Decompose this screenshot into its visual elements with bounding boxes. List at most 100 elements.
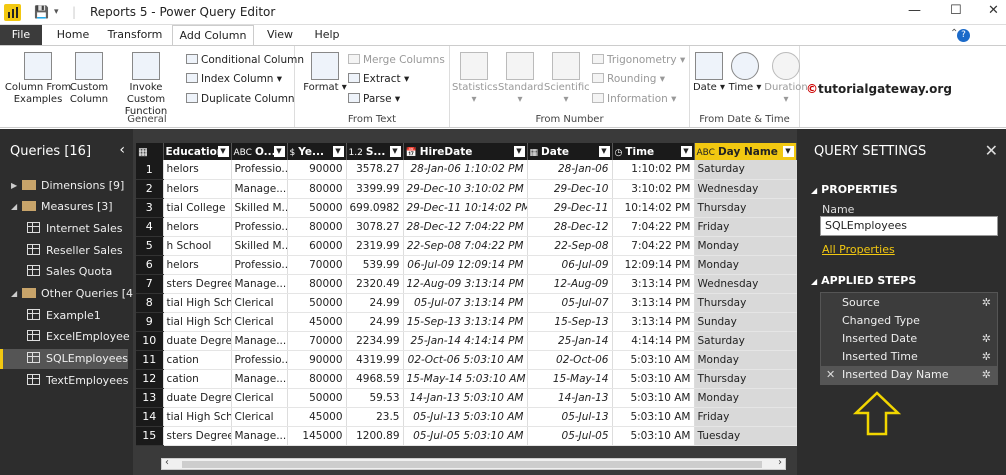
table-cell[interactable]: 05-Jul-05 — [527, 426, 613, 446]
parse-button[interactable]: Parse ▾ — [348, 93, 400, 105]
column-type-icon[interactable]: 📅 — [406, 148, 417, 158]
table-cell[interactable]: 45000 — [287, 407, 347, 427]
column-filter-dropdown-icon[interactable]: ▼ — [217, 146, 229, 157]
table-cell[interactable]: Saturday — [694, 160, 797, 180]
scroll-thumb[interactable] — [182, 461, 762, 468]
row-number[interactable]: 5 — [136, 236, 164, 256]
table-cell[interactable]: 22-Sep-08 7:04:22 PM — [403, 236, 528, 256]
query-item[interactable]: Reseller Sales — [0, 241, 128, 261]
column-filter-dropdown-icon[interactable]: ▼ — [782, 146, 794, 157]
table-cell[interactable]: 50000 — [287, 293, 347, 313]
table-cell[interactable]: Wednesday — [694, 274, 797, 294]
table-menu-icon[interactable]: ▦ — [136, 143, 164, 160]
table-cell[interactable]: cation — [163, 350, 232, 370]
statistics-button[interactable]: Statistics ▾ — [452, 52, 498, 106]
table-cell[interactable]: 1:10:02 PM — [612, 160, 695, 180]
collapse-queries-icon[interactable]: ‹ — [119, 142, 125, 158]
table-cell[interactable]: 3399.99 — [346, 179, 404, 199]
table-cell[interactable]: 80000 — [287, 179, 347, 199]
table-cell[interactable]: 29-Dec-10 3:10:02 PM — [403, 179, 528, 199]
table-cell[interactable]: 3078.27 — [346, 217, 404, 237]
column-header[interactable]: ABC O... ▼ — [231, 143, 288, 160]
expand-down-icon[interactable]: ◢ — [11, 197, 17, 217]
save-icon[interactable]: 💾 — [34, 5, 49, 19]
table-cell[interactable]: tial College — [163, 198, 232, 218]
table-cell[interactable]: 28-Jan-06 1:10:02 PM — [403, 160, 528, 180]
table-row[interactable]: 15 sters Degree Manage... 145000 1200.89 05-J… — [136, 426, 797, 446]
table-cell[interactable]: 29-Dec-11 10:14:02 PM — [403, 198, 528, 218]
table-cell[interactable]: 23.5 — [346, 407, 404, 427]
table-cell[interactable]: duate Degree — [163, 331, 232, 351]
table-cell[interactable]: Friday — [694, 217, 797, 237]
query-item[interactable]: TextEmployees — [0, 371, 128, 391]
table-row[interactable]: 1 helors Professio... 90000 3578.27 28-Jan-06… — [136, 160, 797, 180]
table-cell[interactable]: 10:14:02 PM — [612, 198, 695, 218]
table-cell[interactable]: 12:09:14 PM — [612, 255, 695, 275]
table-cell[interactable]: 24.99 — [346, 312, 404, 332]
table-cell[interactable]: Skilled M... — [231, 236, 288, 256]
table-cell[interactable]: sters Degree — [163, 426, 232, 446]
table-cell[interactable]: tial High Sch... — [163, 312, 232, 332]
row-number[interactable]: 2 — [136, 179, 164, 199]
table-row[interactable]: 12 cation Manage... 80000 4968.59 15-May-14 5… — [136, 369, 797, 389]
table-cell[interactable]: 80000 — [287, 369, 347, 389]
column-filter-dropdown-icon[interactable]: ▼ — [273, 146, 285, 157]
duplicate-column-button[interactable]: Duplicate Column — [186, 93, 295, 105]
applied-step[interactable]: Changed Type — [821, 312, 997, 330]
index-column-button[interactable]: Index Column ▾ — [186, 73, 282, 85]
column-header[interactable]: Education ▼ — [163, 143, 232, 160]
row-number[interactable]: 13 — [136, 388, 164, 408]
table-cell[interactable]: tial High Sch... — [163, 293, 232, 313]
table-cell[interactable]: 2319.99 — [346, 236, 404, 256]
column-type-icon[interactable]: ▦ — [530, 148, 539, 158]
query-item[interactable]: Example1 — [0, 306, 128, 326]
table-cell[interactable]: Manage... — [231, 426, 288, 446]
table-cell[interactable]: Professio... — [231, 350, 288, 370]
table-cell[interactable]: 15-Sep-13 — [527, 312, 613, 332]
table-cell[interactable]: Monday — [694, 388, 797, 408]
table-cell[interactable]: 7:04:22 PM — [612, 217, 695, 237]
column-filter-dropdown-icon[interactable]: ▼ — [332, 146, 344, 157]
query-name-field[interactable]: SQLEmployees — [820, 216, 998, 236]
row-number[interactable]: 10 — [136, 331, 164, 351]
scroll-right-icon[interactable]: › — [778, 457, 782, 468]
table-cell[interactable]: Manage... — [231, 179, 288, 199]
gear-icon[interactable]: ✲ — [982, 366, 991, 384]
row-number[interactable]: 12 — [136, 369, 164, 389]
column-header[interactable]: 📅 HireDate ▼ — [403, 143, 528, 160]
row-number[interactable]: 3 — [136, 198, 164, 218]
merge-columns-button[interactable]: Merge Columns — [348, 54, 445, 66]
custom-column-button[interactable]: Custom Column — [66, 52, 112, 106]
help-icon[interactable]: ? — [957, 29, 970, 42]
table-cell[interactable]: Professio... — [231, 160, 288, 180]
table-cell[interactable]: 28-Dec-12 — [527, 217, 613, 237]
extract-button[interactable]: Extract ▾ — [348, 73, 409, 85]
table-cell[interactable]: 5:03:10 AM — [612, 350, 695, 370]
column-header[interactable]: $ Ye... ▼ — [287, 143, 347, 160]
table-cell[interactable]: 3:10:02 PM — [612, 179, 695, 199]
rounding-button[interactable]: Rounding ▾ — [592, 73, 665, 85]
standard-button[interactable]: Standard ▾ — [498, 52, 544, 106]
column-from-examples-button[interactable]: Column From Examples — [2, 52, 74, 106]
duration-button[interactable]: Duration ▾ — [764, 52, 808, 106]
table-cell[interactable]: 05-Jul-05 5:03:10 AM — [403, 426, 528, 446]
column-header[interactable]: ▦ Date ▼ — [527, 143, 613, 160]
table-row[interactable]: 7 sters Degree Manage... 80000 2320.49 12-Aug… — [136, 274, 797, 294]
table-cell[interactable]: 145000 — [287, 426, 347, 446]
expand-right-icon[interactable]: ▶ — [11, 176, 17, 196]
conditional-column-button[interactable]: Conditional Column — [186, 54, 304, 66]
applied-step[interactable]: ✕ Inserted Day Name ✲ — [821, 366, 997, 384]
query-group[interactable]: ▶ Dimensions [9] — [0, 176, 128, 196]
table-cell[interactable]: cation — [163, 369, 232, 389]
table-cell[interactable]: Saturday — [694, 331, 797, 351]
query-group[interactable]: ◢ Measures [3] — [0, 197, 128, 217]
applied-steps-section[interactable]: ◢ APPLIED STEPS — [811, 274, 916, 287]
query-item[interactable]: SQLEmployees — [0, 349, 128, 369]
table-cell[interactable]: 05-Jul-13 5:03:10 AM — [403, 407, 528, 427]
table-cell[interactable]: 12-Aug-09 3:13:14 PM — [403, 274, 528, 294]
table-cell[interactable]: 3578.27 — [346, 160, 404, 180]
table-row[interactable]: 11 cation Professio... 90000 4319.99 02-Oct-0… — [136, 350, 797, 370]
table-cell[interactable]: Thursday — [694, 369, 797, 389]
row-number[interactable]: 11 — [136, 350, 164, 370]
table-cell[interactable]: 45000 — [287, 312, 347, 332]
